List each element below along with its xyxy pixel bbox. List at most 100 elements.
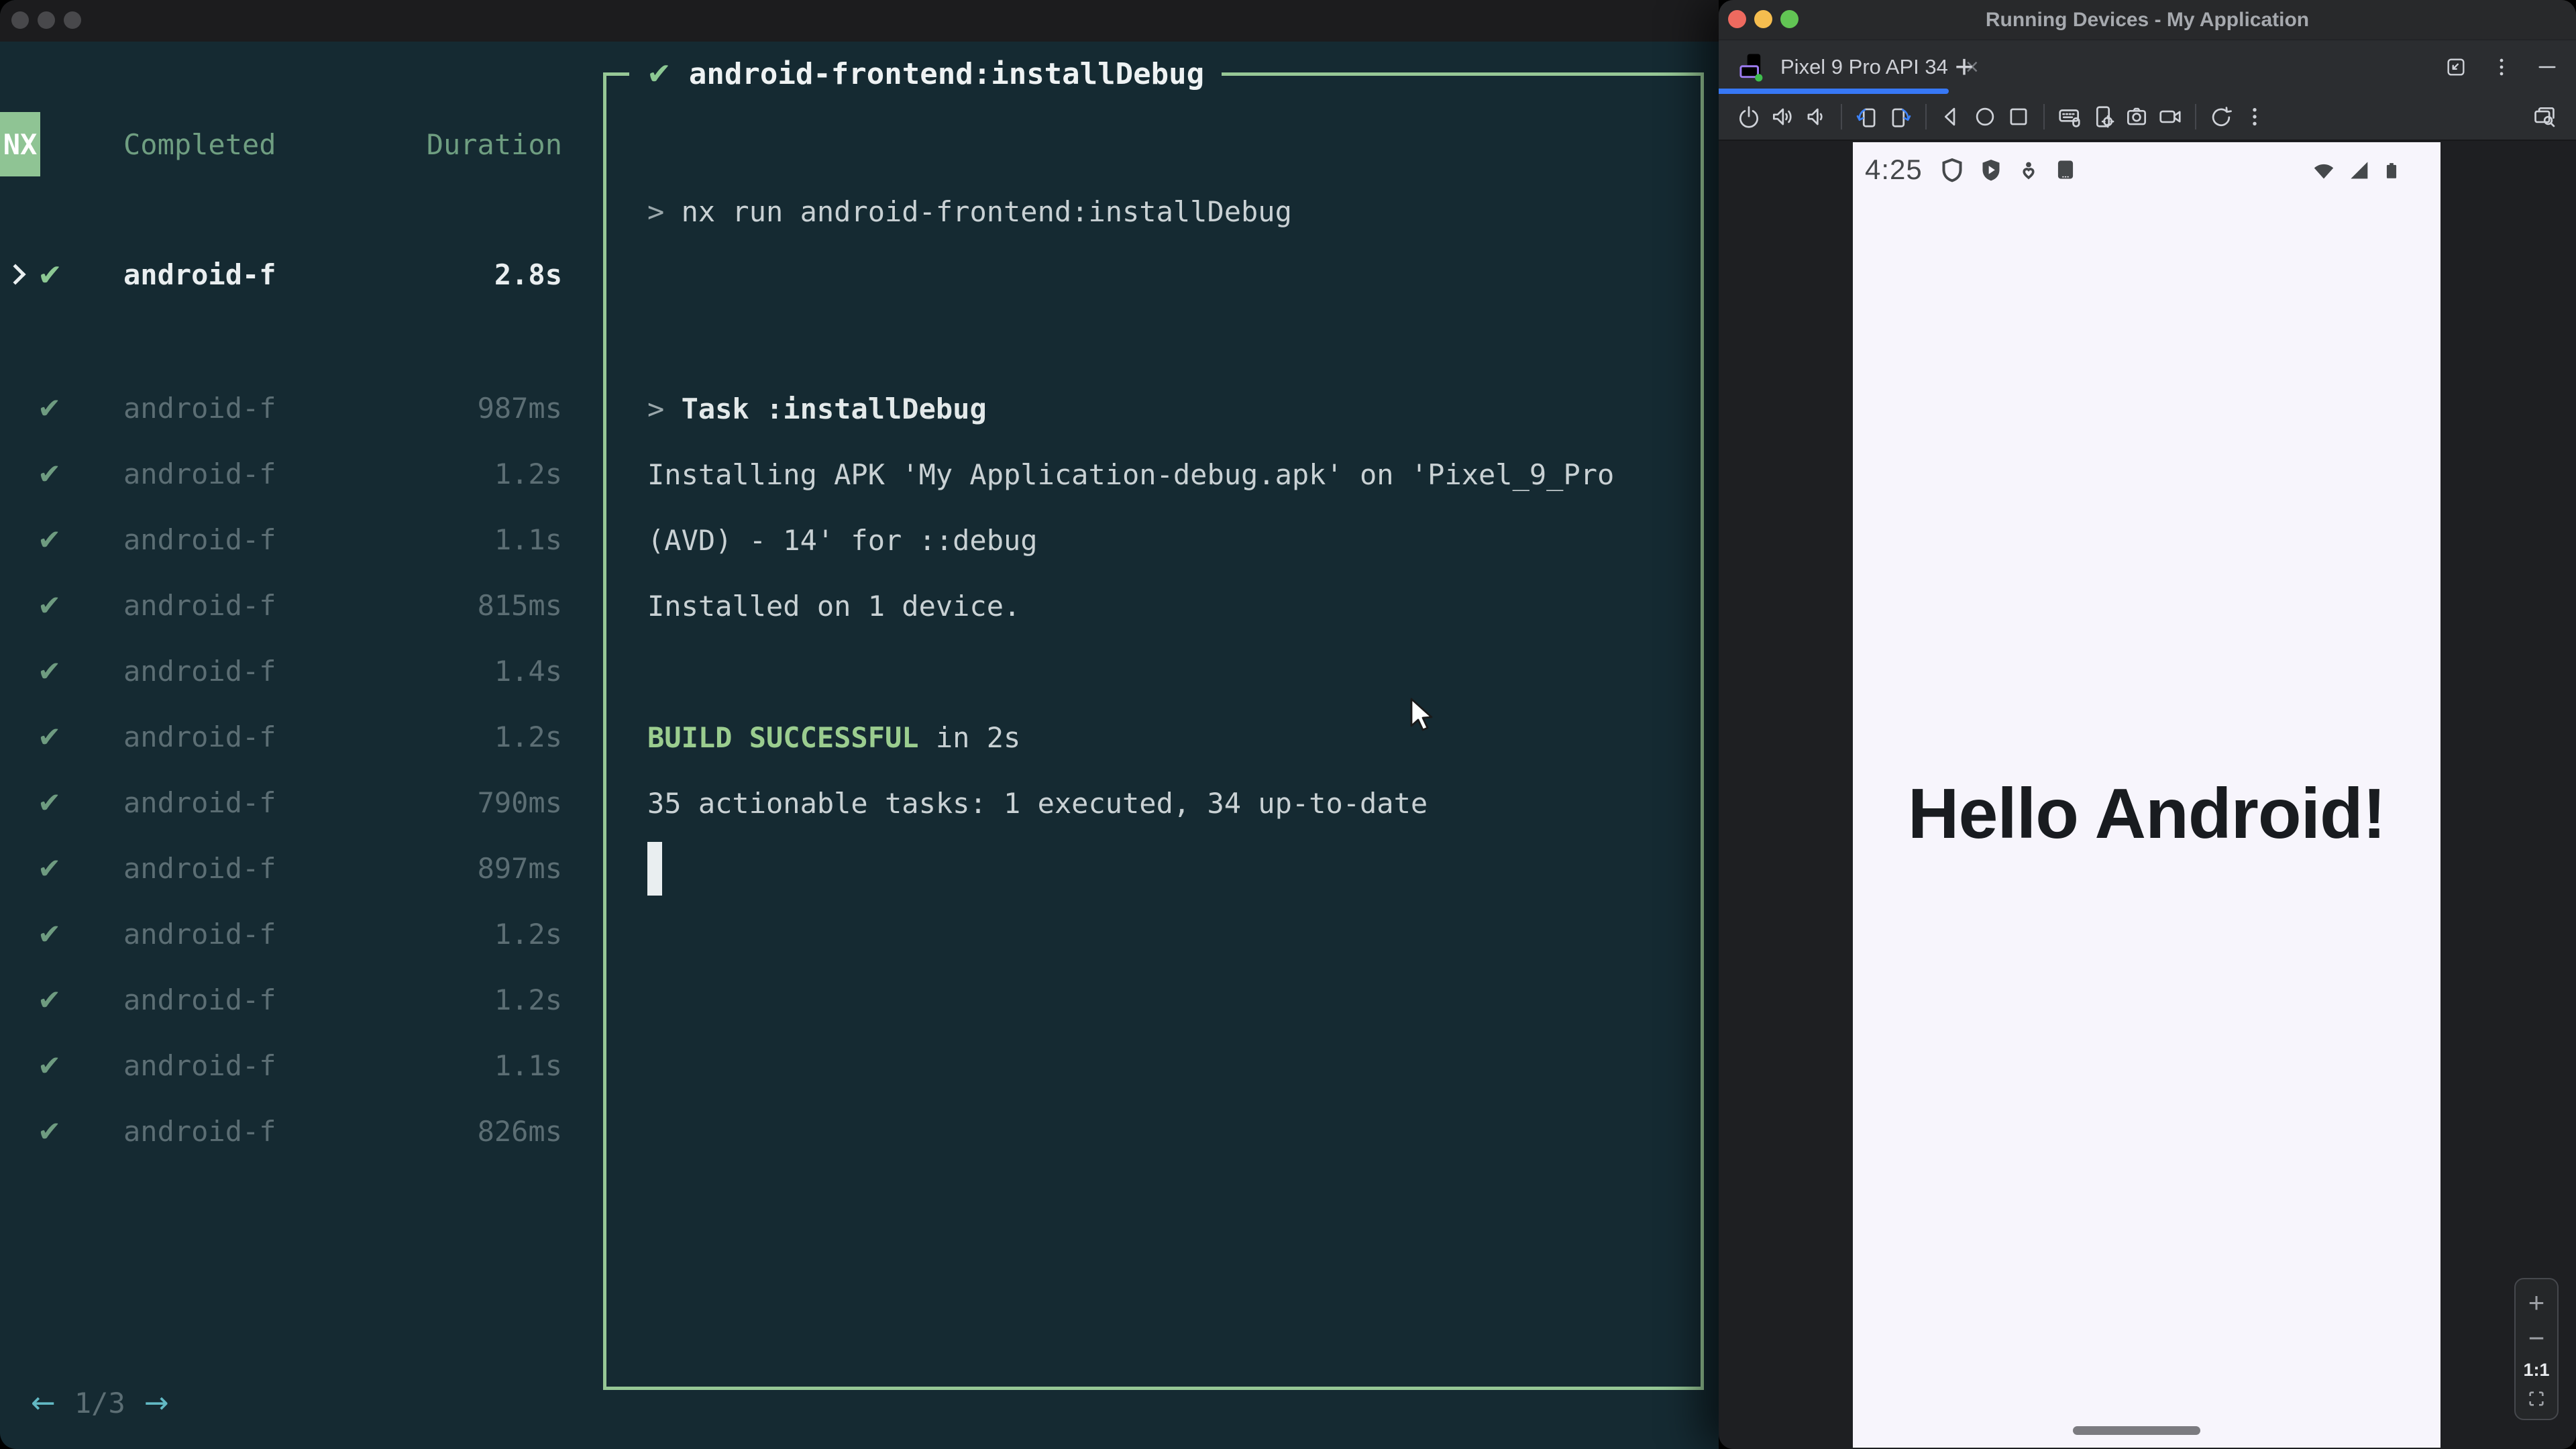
task-row[interactable]: ✔ android-f 1.4s bbox=[0, 639, 577, 705]
check-icon: ✔ bbox=[38, 852, 62, 885]
check-icon: ✔ bbox=[38, 720, 62, 753]
check-icon: ✔ bbox=[38, 589, 62, 622]
wifi-icon bbox=[2314, 164, 2334, 179]
device-settings-button[interactable] bbox=[2086, 100, 2120, 133]
home-button[interactable] bbox=[1968, 100, 2002, 133]
task-duration: 1.2s bbox=[494, 918, 562, 951]
terminal-text-segment: (AVD) - 14' for ::debug bbox=[647, 523, 1038, 557]
device-toolbar bbox=[1719, 94, 2576, 141]
task-duration: 815ms bbox=[477, 589, 562, 622]
maximize-traffic-light[interactable] bbox=[64, 11, 81, 29]
terminal-output-line: (AVD) - 14' for ::debug bbox=[647, 507, 1614, 573]
screenshot-button[interactable] bbox=[2120, 100, 2153, 133]
cellular-signal-icon bbox=[2351, 162, 2368, 179]
device-mirror-search-button[interactable] bbox=[2528, 100, 2561, 133]
terminal-output-line bbox=[647, 836, 1614, 902]
terminal-output-line: > nx run android-frontend:installDebug bbox=[647, 178, 1614, 244]
emulator-screen[interactable]: 4:25 A Hello Android! bbox=[1853, 142, 2440, 1448]
shield-outline-icon bbox=[1942, 158, 1962, 182]
status-bar-clock: 4:25 bbox=[1865, 154, 1923, 185]
minimize-traffic-light[interactable] bbox=[38, 11, 55, 29]
selected-task-row[interactable]: ✔ android-f 2.8s bbox=[0, 243, 577, 309]
task-row[interactable]: ✔ android-f 1.2s bbox=[0, 705, 577, 771]
pagination: ← 1/3 → bbox=[31, 1370, 169, 1436]
task-name: android-f bbox=[123, 458, 276, 490]
task-row[interactable]: ✔ android-f 1.1s bbox=[0, 508, 577, 574]
terminal-text-segment: in 2s bbox=[918, 720, 1021, 754]
restart-button[interactable] bbox=[2204, 100, 2238, 133]
zoom-in-button[interactable]: + bbox=[2528, 1288, 2545, 1317]
more-options-icon[interactable] bbox=[2490, 56, 2513, 78]
chevron-right-icon bbox=[5, 264, 26, 285]
task-name: android-f bbox=[123, 786, 276, 819]
volume-down-button[interactable] bbox=[1799, 100, 1833, 133]
back-button[interactable] bbox=[1935, 100, 1968, 133]
check-icon: ✔ bbox=[38, 458, 62, 490]
actual-size-button[interactable]: 1:1 bbox=[2523, 1360, 2549, 1381]
task-row[interactable]: ✔ android-f 897ms bbox=[0, 837, 577, 902]
hardware-input-button[interactable] bbox=[2053, 100, 2086, 133]
check-icon: ✔ bbox=[38, 258, 62, 292]
volume-up-button[interactable] bbox=[1766, 100, 1799, 133]
virtual-device-icon bbox=[1739, 54, 1763, 82]
task-name: android-f bbox=[123, 1115, 276, 1148]
task-row[interactable]: ✔ android-f 826ms bbox=[0, 1099, 577, 1165]
task-name: android-f bbox=[123, 258, 276, 291]
task-duration: 1.2s bbox=[494, 458, 562, 490]
terminal-text-segment: 35 actionable tasks: 1 executed, 34 up-t… bbox=[647, 786, 1428, 820]
rotate-right-button[interactable] bbox=[1884, 100, 1917, 133]
svg-text:A: A bbox=[2061, 165, 2070, 176]
check-icon: ✔ bbox=[38, 918, 62, 951]
float-window-icon[interactable] bbox=[2445, 56, 2467, 78]
task-row[interactable]: ✔ android-f 1.2s bbox=[0, 902, 577, 968]
task-row[interactable]: ✔ android-f 815ms bbox=[0, 574, 577, 639]
previous-page-arrow[interactable]: ← bbox=[31, 1386, 56, 1420]
nx-terminal: NX Completed Duration ✔ android-f 2.8s ✔… bbox=[0, 42, 1719, 1449]
task-row[interactable]: ✔ android-f 1.1s bbox=[0, 1034, 577, 1099]
more-options-button[interactable] bbox=[2238, 100, 2271, 133]
hide-icon[interactable] bbox=[2536, 56, 2559, 78]
nx-logo: NX bbox=[0, 112, 40, 176]
status-bar: 4:25 A bbox=[1853, 150, 2440, 189]
task-duration: 2.8s bbox=[494, 258, 562, 291]
toolbar-separator bbox=[1925, 104, 1927, 129]
tab-pixel-9-pro[interactable]: Pixel 9 Pro API 34 × bbox=[1719, 40, 1979, 94]
zoom-out-button[interactable]: − bbox=[2528, 1324, 2545, 1352]
task-row[interactable]: ✔ android-f 987ms bbox=[0, 376, 577, 442]
check-icon: ✔ bbox=[38, 786, 62, 819]
check-icon: ✔ bbox=[38, 983, 62, 1016]
play-protect-icon bbox=[1982, 160, 2000, 181]
terminal-output-line: BUILD SUCCESSFUL in 2s bbox=[647, 704, 1614, 770]
task-row[interactable]: ✔ android-f 1.2s bbox=[0, 442, 577, 508]
toolbar-separator bbox=[2043, 104, 2045, 129]
task-name: android-f bbox=[123, 983, 276, 1016]
next-page-arrow[interactable]: → bbox=[144, 1386, 169, 1420]
task-row[interactable]: ✔ android-f 790ms bbox=[0, 771, 577, 837]
active-tab-indicator bbox=[1719, 89, 1949, 94]
power-button[interactable] bbox=[1732, 100, 1766, 133]
rotate-left-button[interactable] bbox=[1850, 100, 1884, 133]
terminal-text-segment: Installed on 1 device. bbox=[647, 589, 1021, 623]
task-duration: 1.2s bbox=[494, 983, 562, 1016]
zoom-to-fit-icon[interactable] bbox=[2526, 1388, 2547, 1409]
letter-a-app-icon: A bbox=[2057, 160, 2073, 179]
new-tab-button[interactable]: + bbox=[1955, 40, 1974, 94]
close-traffic-light[interactable] bbox=[11, 11, 29, 29]
task-duration: 790ms bbox=[477, 786, 562, 819]
terminal-window: NX Completed Duration ✔ android-f 2.8s ✔… bbox=[0, 0, 1719, 1449]
terminal-output-line: 35 actionable tasks: 1 executed, 34 up-t… bbox=[647, 770, 1614, 836]
completed-column-header: Completed bbox=[123, 128, 276, 161]
task-list-header: NX Completed Duration bbox=[0, 112, 577, 176]
terminal-text-segment: nx run android-frontend:installDebug bbox=[681, 195, 1292, 228]
terminal-text-segment: > bbox=[647, 392, 682, 425]
task-row[interactable]: ✔ android-f 1.2s bbox=[0, 968, 577, 1034]
gesture-navigation-pill[interactable] bbox=[2073, 1426, 2200, 1435]
task-name: android-f bbox=[123, 523, 276, 556]
zoom-controls: + − 1:1 bbox=[2514, 1278, 2559, 1420]
check-icon: ✔ bbox=[38, 1115, 62, 1148]
overview-button[interactable] bbox=[2002, 100, 2035, 133]
screen-record-button[interactable] bbox=[2153, 100, 2187, 133]
terminal-output-line: > Task :installDebug bbox=[647, 376, 1614, 441]
terminal-text-segment: Installing APK 'My Application-debug.apk… bbox=[647, 458, 1615, 491]
